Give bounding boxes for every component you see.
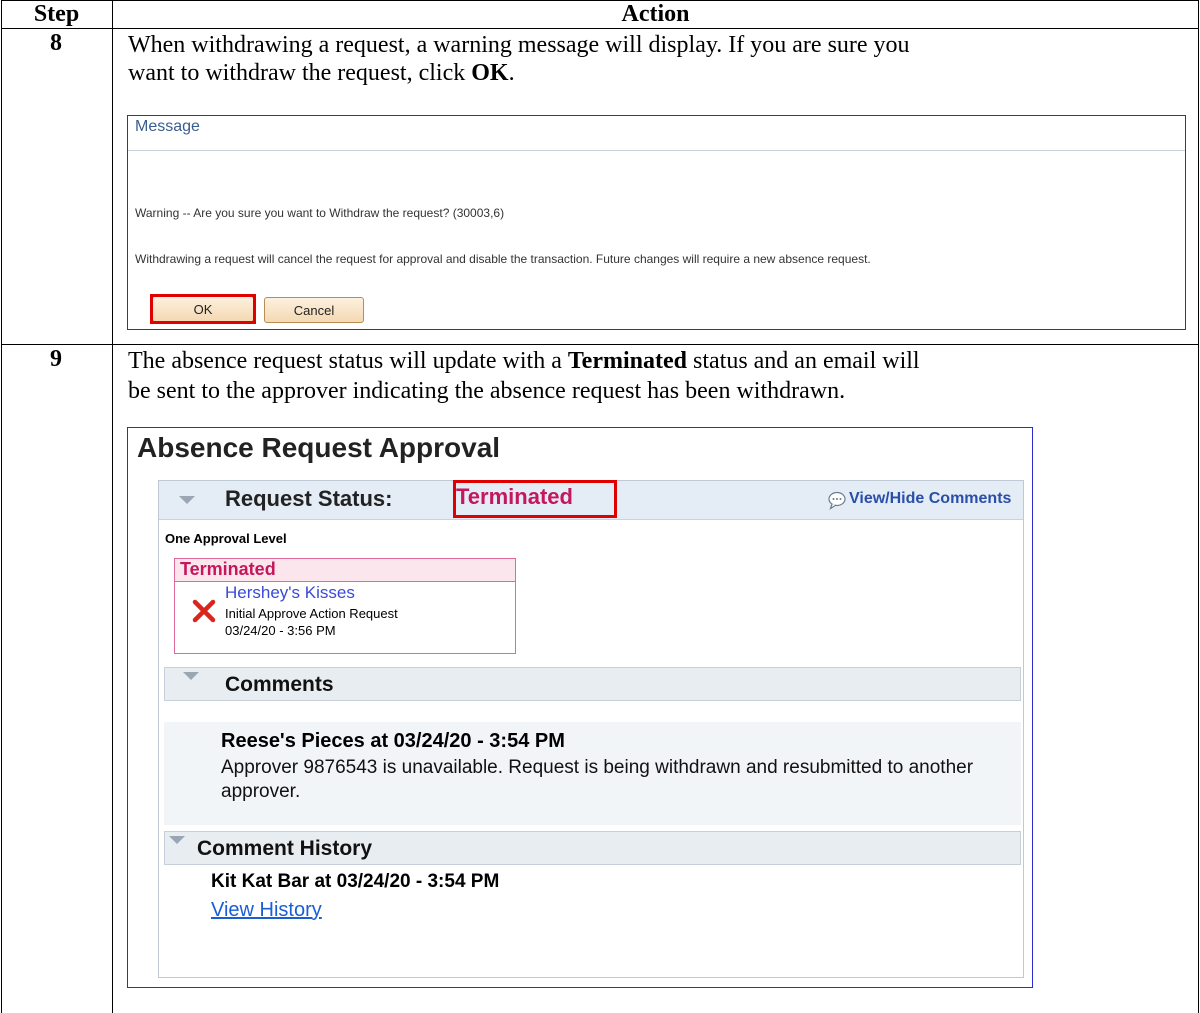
step-8-instruction: When withdrawing a request, a warning me… (128, 31, 1198, 87)
ok-button-highlight (150, 294, 256, 324)
approver-name-link[interactable]: Hershey's Kisses (225, 583, 355, 603)
comment-entry: Reese's Pieces at 03/24/20 - 3:54 PM App… (164, 722, 1021, 825)
history-author: Kit Kat Bar at 03/24/20 - 3:54 PM (211, 871, 500, 892)
absence-approval-panel: Absence Request Approval Request Status:… (127, 427, 1033, 988)
comment-author: Reese's Pieces at 03/24/20 - 3:54 PM (221, 730, 565, 752)
step-8-period: . (508, 60, 515, 86)
header-action: Action (621, 1, 690, 27)
comment-history-label: Comment History (197, 837, 373, 860)
dialog-separator (128, 150, 1185, 151)
step-9-instruction: The absence request status will update w… (128, 346, 1198, 406)
approver-status-card: Terminated Hershey's Kisses Initial Appr… (174, 558, 516, 654)
collapse-triangle-icon (183, 672, 199, 680)
card-header: Terminated (175, 559, 515, 582)
dialog-title: Message (135, 118, 200, 135)
request-status-label: Request Status: (225, 486, 393, 511)
view-hide-comments-link[interactable]: View/Hide Comments (849, 490, 1011, 508)
step-8-line-1: When withdrawing a request, a warning me… (128, 32, 910, 58)
row-divider (1, 344, 1199, 345)
view-history-link[interactable]: View History (211, 899, 322, 922)
step-9-line-2: be sent to the approver indicating the a… (128, 378, 846, 404)
step-number-9: 9 (50, 346, 62, 372)
approval-level-label: One Approval Level (165, 531, 287, 546)
step-9-text: The absence request status will update w… (128, 348, 568, 374)
card-status: Terminated (180, 559, 276, 579)
step-8-text: want to withdraw the request, click (128, 60, 472, 86)
comments-section-header[interactable]: Comments (164, 667, 1021, 701)
approval-action: Initial Approve Action Request (225, 606, 398, 621)
warning-text: Warning -- Are you sure you want to With… (135, 206, 505, 220)
page-title: Absence Request Approval (137, 432, 501, 463)
step-8-line-2: want to withdraw the request, click OK. (128, 59, 1198, 87)
status-highlight (453, 480, 617, 518)
message-dialog: Message Warning -- Are you sure you want… (127, 115, 1186, 330)
table-left-border (1, 0, 2, 1013)
header-step: Step (33, 1, 80, 27)
column-divider (112, 0, 113, 1013)
table-right-border (1198, 0, 1199, 1013)
comments-label: Comments (225, 673, 334, 696)
comment-history-section-header[interactable]: Comment History (164, 831, 1021, 865)
step-9-text-end: status and an email will (686, 348, 920, 374)
cancel-button[interactable]: Cancel (264, 297, 364, 323)
terminated-x-icon (192, 599, 216, 623)
step-9-terminated-emphasis: Terminated (567, 348, 687, 374)
withdraw-detail-text: Withdrawing a request will cancel the re… (135, 252, 871, 266)
approval-datetime: 03/24/20 - 3:56 PM (225, 623, 336, 638)
step-8-ok-emphasis: OK (471, 60, 509, 86)
request-status-bar: Request Status: Terminated View/Hide Com… (159, 480, 1023, 520)
header-bottom-border (1, 28, 1199, 29)
collapse-triangle-icon (169, 836, 185, 844)
step-number-8: 8 (50, 30, 62, 56)
comment-bubble-icon[interactable] (827, 490, 847, 510)
comment-text: Approver 9876543 is unavailable. Request… (221, 757, 974, 802)
collapse-triangle-icon[interactable] (179, 496, 195, 504)
step-9-line-1: The absence request status will update w… (128, 346, 1198, 376)
approval-content: Request Status: Terminated View/Hide Com… (158, 480, 1024, 978)
